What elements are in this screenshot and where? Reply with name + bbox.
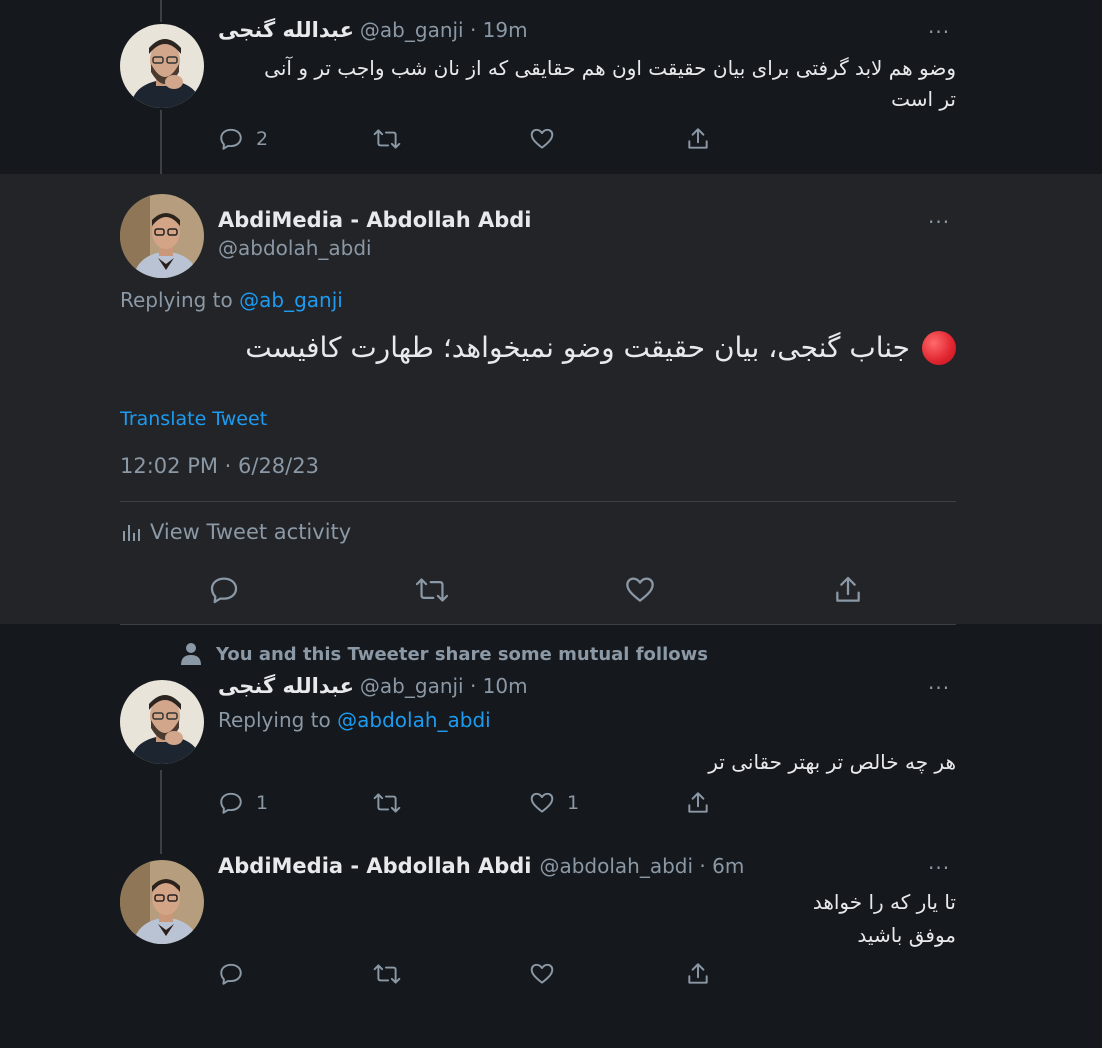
author-name[interactable]: AbdiMedia - Abdollah Abdi [218,208,531,232]
share-icon [688,792,708,813]
like-count: 1 [567,792,580,814]
heart-icon [530,792,554,813]
avatar[interactable] [120,194,204,278]
reply-button[interactable] [218,961,244,987]
author-handle-time[interactable]: @ab_ganji · 19m [360,18,528,42]
retweet-button[interactable] [415,574,449,606]
share-button[interactable] [685,126,711,152]
translate-tweet-link[interactable]: Translate Tweet [120,408,267,430]
mutual-follows-note: You and this Tweeter share some mutual f… [180,642,708,666]
reply-button[interactable]: 1 [218,790,268,816]
thread-line-top [160,0,162,22]
like-button[interactable] [529,126,555,152]
reply-count: 2 [256,128,269,150]
analytics-icon [123,525,140,541]
reply-count: 1 [256,792,269,814]
focused-tweet: AbdiMedia - Abdollah Abdi @abdolah_abdi … [0,174,1102,624]
author-name[interactable]: عبدالله گنجی [218,18,354,42]
tweet-timestamp[interactable]: 12:02 PM · 6/28/23 [120,454,319,478]
person-icon [181,643,201,665]
tweet-text-body: جناب گنجی، بیان حقیقت وضو نمیخواهد؛ طهار… [245,331,910,364]
thread-line-1 [160,110,162,174]
replying-to-label: Replying to [120,288,240,312]
reply-icon [220,128,242,150]
view-tweet-activity-label: View Tweet activity [150,520,352,544]
share-button[interactable] [685,790,711,816]
author-handle-time[interactable]: @ab_ganji · 10m [360,674,528,698]
share-icon [836,576,860,602]
reply-button[interactable]: 2 [218,126,268,152]
retweet-button[interactable] [373,790,401,816]
reply-icon [220,963,242,985]
more-options-button[interactable]: ··· [928,210,950,234]
share-button[interactable] [685,961,711,987]
avatar[interactable] [120,24,204,108]
author-name[interactable]: AbdiMedia - Abdollah Abdi [218,854,531,878]
tweet-text-line: وضو هم لابد گرفتی برای بیان حقیقت اون هم… [264,56,956,80]
retweet-button[interactable] [373,126,401,152]
red-circle-icon [922,331,956,365]
more-options-button[interactable]: ··· [928,856,950,880]
retweet-icon [373,964,401,984]
mutual-follows-text: You and this Tweeter share some mutual f… [216,643,708,665]
view-tweet-activity[interactable]: View Tweet activity [120,520,351,544]
tweet-text: جناب گنجی، بیان حقیقت وضو نمیخواهد؛ طهار… [120,328,956,368]
retweet-icon [415,578,449,602]
reply-button[interactable] [208,574,240,606]
retweet-button[interactable] [373,961,401,987]
retweet-icon [373,793,401,813]
thread-line-2 [160,770,162,854]
share-icon [688,963,708,984]
avatar[interactable] [120,860,204,944]
tweet-text-line: موفق باشید [857,923,956,947]
heart-icon [530,128,554,149]
replying-to: Replying to @abdolah_abdi [218,708,491,732]
tweet-text: هر چه خالص تر بهتر حقانی تر [708,750,956,774]
tweet-text: تا یار که را خواهد موفق باشید [218,886,956,952]
tweet-text-line: تر است [891,87,956,111]
author-handle-time[interactable]: @abdolah_abdi · 6m [539,854,744,878]
share-button[interactable] [832,574,864,606]
tweet-text-line: تا یار که را خواهد [812,890,956,914]
more-options-button[interactable]: ··· [928,676,950,700]
like-button[interactable] [624,574,656,606]
more-options-button[interactable]: ··· [928,20,950,44]
heart-icon [530,963,554,984]
replying-to-link[interactable]: @abdolah_abdi [337,708,491,732]
avatar[interactable] [120,680,204,764]
reply-icon [210,577,238,604]
replying-to-label: Replying to [218,708,338,732]
divider [120,501,956,502]
retweet-icon [373,129,401,149]
divider [120,624,956,625]
author-name[interactable]: عبدالله گنجی [218,674,354,698]
share-icon [688,128,708,149]
author-handle[interactable]: @abdolah_abdi [218,236,372,260]
like-button[interactable] [529,961,555,987]
replying-to: Replying to @ab_ganji [120,288,343,312]
replying-to-link[interactable]: @ab_ganji [239,288,343,312]
heart-icon [626,577,654,602]
tweet-text: وضو هم لابد گرفتی برای بیان حقیقت اون هم… [218,53,956,115]
like-button[interactable]: 1 [529,790,579,816]
reply-icon [220,792,242,814]
